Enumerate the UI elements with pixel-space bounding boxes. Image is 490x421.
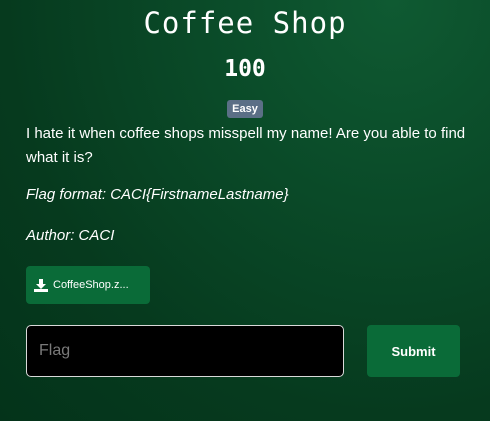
challenge-description: I hate it when coffee shops misspell my … bbox=[26, 125, 466, 166]
attachment-download-button[interactable]: CoffeeShop.z... bbox=[26, 266, 150, 304]
difficulty-badge: Easy bbox=[227, 100, 263, 118]
attachment-label: CoffeeShop.z... bbox=[53, 279, 129, 291]
challenge-title: Coffee Shop bbox=[143, 6, 347, 40]
challenge-points: 100 bbox=[224, 56, 266, 82]
author-text: Author: CACI bbox=[26, 227, 115, 244]
difficulty-badge-wrapper: Easy bbox=[0, 99, 490, 118]
flag-format-text: Flag format: CACI{FirstnameLastname} bbox=[26, 186, 289, 203]
download-icon bbox=[34, 278, 48, 292]
flag-input[interactable] bbox=[26, 325, 344, 377]
submit-button[interactable]: Submit bbox=[367, 325, 460, 377]
